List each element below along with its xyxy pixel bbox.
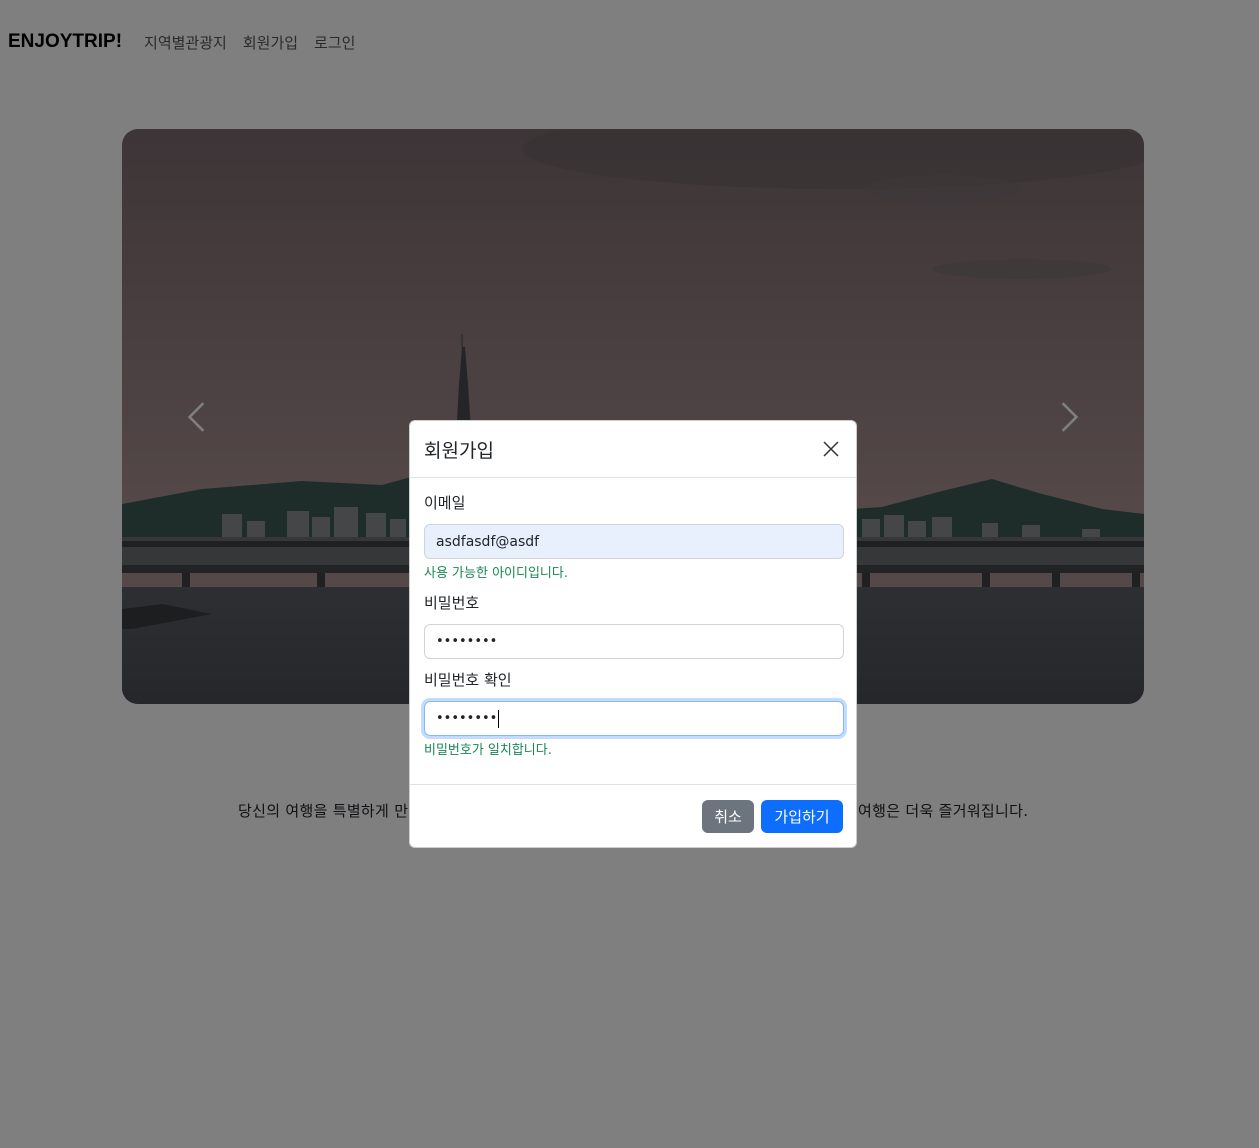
email-label: 이메일 [424,494,466,512]
modal-footer: 취소 가입하기 [410,784,856,848]
password-field[interactable]: •••••••• [424,624,844,659]
close-icon [823,441,839,457]
email-value: asdfasdf@asdf [436,533,540,550]
signup-submit-button[interactable]: 가입하기 [761,800,843,833]
page: ENJOYTRIP! 지역별관광지 회원가입 로그인 [0,0,1259,1148]
password-match-message: 비밀번호가 일치합니다. [424,743,552,758]
modal-body: 이메일 asdfasdf@asdf 사용 가능한 아이디입니다. 비밀번호 ••… [410,478,856,784]
password-confirm-label: 비밀번호 확인 [424,671,512,689]
password-value: •••••••• [436,634,498,649]
email-group: 이메일 asdfasdf@asdf 사용 가능한 아이디입니다. [424,492,844,592]
password-confirm-value: •••••••• [436,711,498,726]
close-button[interactable] [819,437,843,461]
email-field[interactable]: asdfasdf@asdf [424,524,844,559]
password-confirm-group: 비밀번호 확인 •••••••• 비밀번호가 일치합니다. [424,669,844,760]
password-label: 비밀번호 [424,594,480,612]
modal-header: 회원가입 [410,421,856,478]
password-confirm-field[interactable]: •••••••• [424,701,844,736]
signup-modal: 회원가입 이메일 asdfasdf@asdf 사용 가능한 아이디입니다. 비밀… [409,420,857,848]
email-valid-message: 사용 가능한 아이디입니다. [424,566,568,581]
cancel-button[interactable]: 취소 [702,800,754,833]
text-caret [498,709,500,728]
modal-title: 회원가입 [424,439,494,462]
password-group: 비밀번호 •••••••• [424,592,844,669]
